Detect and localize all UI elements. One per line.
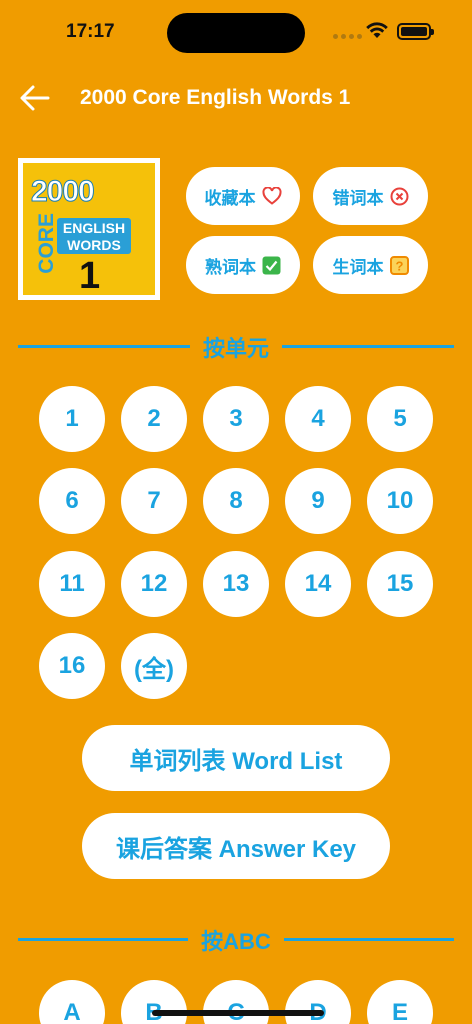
status-time: 17:17 (66, 21, 115, 42)
dynamic-island (167, 13, 305, 53)
check-box-icon (262, 256, 281, 274)
status-bar: 17:17 (0, 0, 472, 60)
battery-icon (397, 23, 434, 40)
unit-button[interactable]: 9 (285, 468, 351, 534)
cover-number-text: 2000 (31, 175, 96, 209)
favorites-label: 收藏本 (204, 188, 256, 208)
cover-volume-number: 1 (79, 255, 101, 295)
unit-button[interactable]: 1 (39, 386, 105, 452)
home-indicator (152, 1010, 324, 1016)
letter-button[interactable]: B (121, 980, 187, 1024)
unit-button[interactable]: 7 (121, 468, 187, 534)
unit-button[interactable]: 3 (203, 386, 269, 452)
new-words-label: 生词本 (332, 257, 384, 277)
unit-button[interactable]: 13 (203, 551, 269, 617)
page-title: 2000 Core English Words 1 (80, 86, 351, 109)
unit-button[interactable]: 14 (285, 551, 351, 617)
answer-key-button[interactable]: 课后答案 Answer Key (82, 813, 390, 879)
book-cover: 2000 CORE ENGLISH WORDS 1 (18, 158, 160, 300)
favorites-button[interactable]: 收藏本 (186, 167, 300, 225)
word-list-button[interactable]: 单词列表 Word List (82, 725, 390, 791)
unit-button[interactable]: 8 (203, 468, 269, 534)
unit-button[interactable]: 11 (39, 551, 105, 617)
unit-button[interactable]: 15 (367, 551, 433, 617)
letter-button[interactable]: E (367, 980, 433, 1024)
unit-button[interactable]: 4 (285, 386, 351, 452)
unit-button[interactable]: 5 (367, 386, 433, 452)
question-box-icon: ? (389, 255, 409, 275)
unit-button[interactable]: 2 (121, 386, 187, 452)
abc-section-header: 按ABC (18, 924, 454, 954)
familiar-words-button[interactable]: 熟词本 (186, 236, 300, 294)
signal-dots-icon (333, 34, 362, 39)
units-section-header: 按单元 (18, 331, 454, 361)
unit-button[interactable]: 16 (39, 633, 105, 699)
letter-button[interactable]: D (285, 980, 351, 1024)
unit-button[interactable]: 12 (121, 551, 187, 617)
wifi-icon (366, 22, 388, 38)
x-circle-icon (390, 187, 408, 205)
unit-button[interactable]: 10 (367, 468, 433, 534)
divider-line (284, 938, 454, 941)
back-arrow-icon[interactable] (18, 82, 52, 114)
unit-button[interactable]: (全) (121, 633, 187, 699)
heart-icon (261, 187, 282, 205)
mistakes-button[interactable]: 错词本 (313, 167, 428, 225)
cover-english-text: ENGLISH (62, 220, 126, 236)
letter-button[interactable]: A (39, 980, 105, 1024)
familiar-label: 熟词本 (205, 257, 256, 277)
letter-button[interactable]: C (203, 980, 269, 1024)
cover-core-text: CORE (35, 213, 58, 274)
cover-words-box: ENGLISH WORDS (57, 218, 131, 254)
svg-text:?: ? (395, 258, 403, 273)
cover-words-text: WORDS (67, 237, 121, 253)
unit-button[interactable]: 6 (39, 468, 105, 534)
new-words-button[interactable]: 生词本 ? (313, 236, 428, 294)
divider-line (282, 345, 454, 348)
nav-bar: 2000 Core English Words 1 (0, 76, 472, 120)
mistakes-label: 错词本 (332, 188, 384, 208)
